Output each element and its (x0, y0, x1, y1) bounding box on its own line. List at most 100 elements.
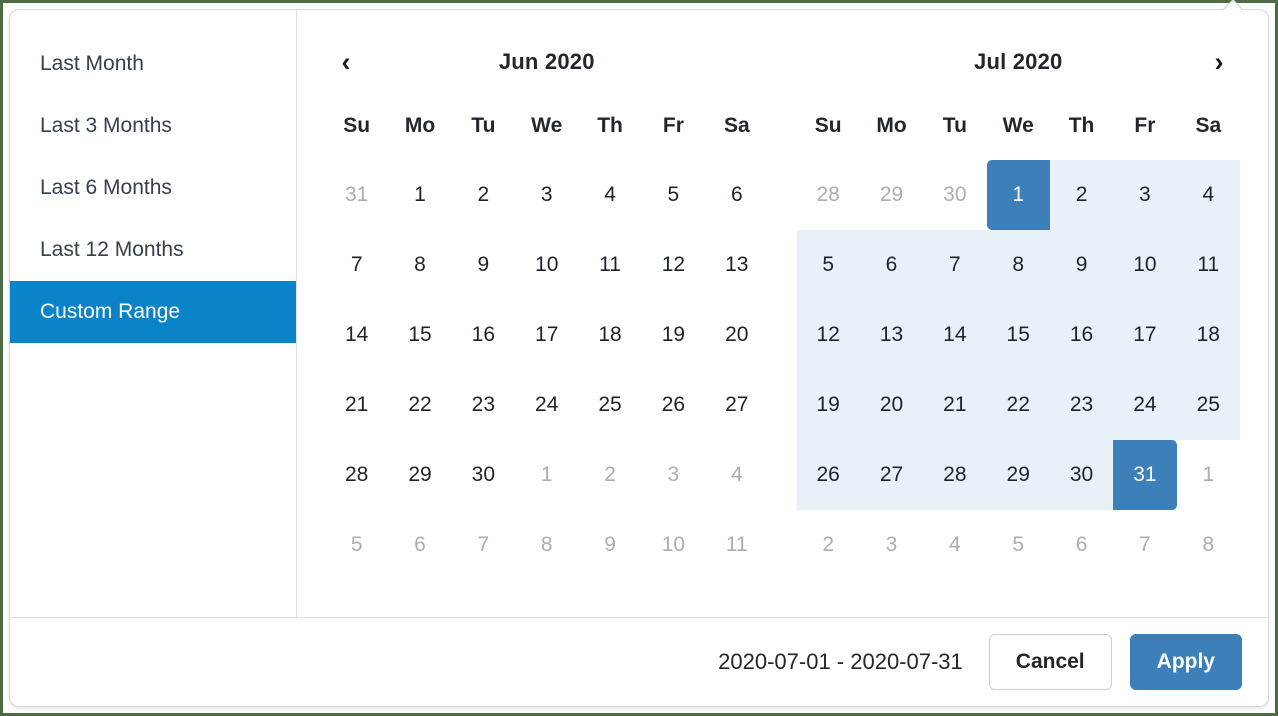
calendar-day-cell[interactable]: 10 (515, 230, 578, 300)
calendar-day-cell[interactable]: 11 (1176, 230, 1240, 300)
calendar-day-cell[interactable]: 3 (642, 440, 705, 510)
calendar-day-cell[interactable]: 4 (1176, 160, 1240, 230)
calendar-day-label: 27 (859, 440, 924, 510)
calendar-day-cell[interactable]: 31 (325, 160, 388, 230)
calendar-day-cell[interactable]: 9 (1049, 230, 1114, 300)
calendar-day-cell[interactable]: 14 (923, 300, 987, 370)
calendar-day-cell[interactable]: 7 (452, 510, 515, 580)
calendar-day-cell[interactable]: 18 (1176, 300, 1240, 370)
calendar-day-cell[interactable]: 5 (325, 510, 388, 580)
weekday-header: We (531, 114, 563, 137)
calendar-day-label: 2 (604, 463, 616, 486)
calendar-day-cell[interactable]: 30 (923, 160, 986, 230)
calendar-day-cell[interactable]: 11 (705, 510, 768, 580)
preset-range-item[interactable]: Custom Range (10, 281, 296, 343)
calendar-week-row: 5 6 7 8 9 10 11 (796, 230, 1240, 300)
calendar-day-cell[interactable]: 30 (1049, 440, 1114, 510)
calendar-day-cell[interactable]: 14 (325, 300, 388, 370)
calendar-day-cell[interactable]: 3 (1113, 160, 1177, 230)
calendar-day-cell[interactable]: 29 (860, 160, 923, 230)
calendar-day-cell[interactable]: 6 (388, 510, 451, 580)
preset-range-item[interactable]: Last Month (10, 33, 296, 95)
calendar-day-cell[interactable]: 17 (1113, 300, 1177, 370)
calendar-day-cell[interactable]: 13 (859, 300, 924, 370)
calendar-day-cell[interactable]: 3 (515, 160, 578, 230)
calendars-container: ‹ Jun 2020 Su Mo Tu We Th Fr Sa 31 1 2 3 4 5 6 7 8 9 10 11 12… (297, 10, 1268, 617)
calendar-day-cell[interactable]: 1 (515, 440, 578, 510)
calendar-day-cell[interactable]: 8 (515, 510, 578, 580)
calendar-day-cell[interactable]: 25 (578, 370, 641, 440)
calendar-grid: Su Mo Tu We Th Fr Sa 28 29 30 1 2 3 4 5 6 7 8 9 10 11 12 13 14 1… (796, 92, 1240, 580)
calendar-day-cell[interactable]: 21 (923, 370, 987, 440)
calendar-day-cell[interactable]: 17 (515, 300, 578, 370)
calendar-day-cell[interactable]: 27 (705, 370, 768, 440)
calendar-day-cell[interactable]: 21 (325, 370, 388, 440)
calendar-day-cell[interactable]: 25 (1176, 370, 1240, 440)
calendar-day-cell[interactable]: 31 (1113, 440, 1177, 510)
calendar-day-cell[interactable]: 16 (452, 300, 515, 370)
calendar-day-cell[interactable]: 29 (388, 440, 451, 510)
cancel-button[interactable]: Cancel (988, 634, 1112, 690)
chevron-right-icon[interactable]: › (1202, 45, 1236, 79)
calendar-day-cell[interactable]: 12 (796, 300, 860, 370)
calendar-day-cell[interactable]: 2 (578, 440, 641, 510)
calendar-day-cell[interactable]: 24 (1113, 370, 1177, 440)
calendar-day-cell[interactable]: 7 (923, 230, 987, 300)
calendar-day-cell[interactable]: 30 (452, 440, 515, 510)
calendar-day-cell[interactable]: 28 (797, 160, 860, 230)
calendar-day-cell[interactable]: 5 (642, 160, 705, 230)
calendar-day-cell[interactable]: 1 (986, 160, 1050, 230)
calendar-day-cell[interactable]: 5 (987, 510, 1050, 580)
calendar-day-cell[interactable]: 29 (986, 440, 1050, 510)
calendar-day-label: 5 (350, 533, 363, 556)
calendar-day-cell[interactable]: 23 (452, 370, 515, 440)
calendar-day-cell[interactable]: 9 (452, 230, 515, 300)
calendar-day-cell[interactable]: 2 (797, 510, 860, 580)
calendar-day-cell[interactable]: 10 (642, 510, 705, 580)
calendar-day-cell[interactable]: 15 (388, 300, 451, 370)
apply-button[interactable]: Apply (1129, 634, 1242, 690)
calendar-day-cell[interactable]: 6 (1050, 510, 1113, 580)
calendar-day-cell[interactable]: 7 (1113, 510, 1176, 580)
calendar-day-cell[interactable]: 8 (1177, 510, 1240, 580)
calendar-day-cell[interactable]: 10 (1113, 230, 1177, 300)
preset-range-item[interactable]: Last 3 Months (10, 95, 296, 157)
calendar-day-cell[interactable]: 26 (796, 440, 860, 510)
calendar-day-cell[interactable]: 6 (859, 230, 924, 300)
calendar-day-cell[interactable]: 13 (705, 230, 768, 300)
calendar-day-cell[interactable]: 4 (923, 510, 986, 580)
calendar-day-cell[interactable]: 11 (578, 230, 641, 300)
calendar-day-cell[interactable]: 18 (578, 300, 641, 370)
preset-range-item[interactable]: Last 12 Months (10, 219, 296, 281)
calendar-day-cell[interactable]: 15 (986, 300, 1050, 370)
calendar-day-cell[interactable]: 4 (705, 440, 768, 510)
calendar-day-cell[interactable]: 6 (705, 160, 768, 230)
calendar-day-cell[interactable]: 19 (796, 370, 860, 440)
calendar-day-cell[interactable]: 26 (642, 370, 705, 440)
calendar-day-cell[interactable]: 28 (923, 440, 987, 510)
calendar-day-cell[interactable]: 16 (1049, 300, 1114, 370)
calendar-day-cell[interactable]: 28 (325, 440, 388, 510)
calendar-day-cell[interactable]: 24 (515, 370, 578, 440)
calendar-day-cell[interactable]: 2 (452, 160, 515, 230)
calendar-day-cell[interactable]: 22 (388, 370, 451, 440)
calendar-day-cell[interactable]: 2 (1049, 160, 1114, 230)
calendar-day-cell[interactable]: 12 (642, 230, 705, 300)
calendar-day-cell[interactable]: 27 (859, 440, 924, 510)
calendar-day-cell[interactable]: 20 (859, 370, 924, 440)
calendar-day-cell[interactable]: 9 (578, 510, 641, 580)
chevron-left-icon[interactable]: ‹ (329, 45, 363, 79)
calendar-day-cell[interactable]: 4 (578, 160, 641, 230)
calendar-day-cell[interactable]: 1 (1177, 440, 1240, 510)
calendar-day-cell[interactable]: 1 (388, 160, 451, 230)
calendar-day-cell[interactable]: 3 (860, 510, 923, 580)
calendar-day-cell[interactable]: 8 (388, 230, 451, 300)
calendar-day-cell[interactable]: 8 (986, 230, 1050, 300)
calendar-day-cell[interactable]: 23 (1049, 370, 1114, 440)
preset-range-item[interactable]: Last 6 Months (10, 157, 296, 219)
calendar-day-cell[interactable]: 22 (986, 370, 1050, 440)
calendar-day-cell[interactable]: 5 (796, 230, 860, 300)
calendar-day-cell[interactable]: 7 (325, 230, 388, 300)
calendar-day-cell[interactable]: 19 (642, 300, 705, 370)
calendar-day-cell[interactable]: 20 (705, 300, 768, 370)
